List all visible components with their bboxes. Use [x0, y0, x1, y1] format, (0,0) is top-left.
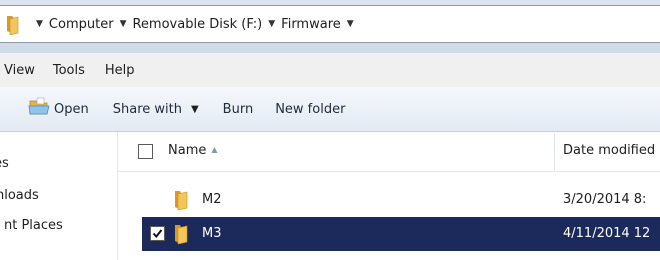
menu-tools[interactable]: Tools [46, 61, 92, 80]
checkmark-icon [152, 229, 163, 239]
address-bar[interactable]: ▼ Computer ▼ Removable Disk (F:) ▼ Firmw… [0, 5, 660, 43]
open-label: Open [54, 101, 89, 117]
breadcrumb-removable-disk[interactable]: Removable Disk (F:) [132, 17, 262, 32]
address-bar-area: ▼ Computer ▼ Removable Disk (F:) ▼ Firmw… [0, 0, 660, 53]
explorer-window: ▼ Computer ▼ Removable Disk (F:) ▼ Firmw… [0, 0, 660, 260]
column-name-label: Name [168, 143, 207, 158]
menu-bar: View Tools Help [0, 53, 660, 87]
open-button[interactable]: Open [22, 94, 95, 124]
select-all-checkbox[interactable] [138, 144, 153, 159]
breadcrumb-arrow-icon[interactable]: ▼ [120, 19, 127, 29]
file-date-modified: 4/11/2014 12 [563, 226, 651, 241]
command-bar: Open Share with ▼ Burn New folder [0, 87, 660, 132]
breadcrumb-arrow-icon[interactable]: ▼ [347, 19, 354, 29]
chevron-down-icon: ▼ [190, 103, 199, 115]
share-with-label: Share with [112, 101, 182, 117]
folder-icon [0, 8, 30, 40]
folder-icon [174, 223, 190, 249]
breadcrumb-firmware[interactable]: Firmware [281, 17, 341, 32]
folder-icon [174, 189, 190, 215]
menu-help[interactable]: Help [98, 61, 142, 80]
column-divider[interactable] [554, 134, 555, 170]
open-folder-icon [28, 97, 50, 121]
new-folder-button[interactable]: New folder [269, 99, 351, 120]
breadcrumb-arrow-icon[interactable]: ▼ [268, 19, 275, 29]
navigation-pane: es nloads nt Places [0, 132, 118, 260]
sort-ascending-icon: ▲ [211, 145, 218, 154]
breadcrumb-arrow-icon[interactable]: ▼ [36, 19, 43, 29]
file-row-m3[interactable]: M3 4/11/2014 12 [142, 217, 660, 251]
column-header: Name ▲ Date modified [118, 132, 660, 172]
share-with-button[interactable]: Share with ▼ [107, 99, 205, 120]
file-row-m2[interactable]: M2 3/20/2014 8: [142, 183, 660, 217]
file-list: M2 3/20/2014 8: M3 4/11/2014 12 [118, 172, 660, 260]
nav-item-recent-places[interactable]: nt Places [4, 218, 63, 233]
file-date-modified: 3/20/2014 8: [563, 192, 647, 207]
file-name: M3 [202, 226, 222, 241]
file-name: M2 [202, 192, 222, 207]
column-name-header[interactable]: Name ▲ [168, 143, 218, 158]
new-folder-label: New folder [275, 101, 346, 117]
burn-label: Burn [222, 101, 254, 117]
nav-item-favorites[interactable]: es [0, 156, 9, 171]
menu-view[interactable]: View [0, 61, 42, 80]
row-checkbox-checked[interactable] [150, 226, 165, 241]
nav-item-downloads[interactable]: nloads [0, 188, 39, 203]
burn-button[interactable]: Burn [217, 99, 260, 120]
column-date-modified-header[interactable]: Date modified [563, 143, 655, 158]
breadcrumb-computer[interactable]: Computer [49, 17, 114, 32]
